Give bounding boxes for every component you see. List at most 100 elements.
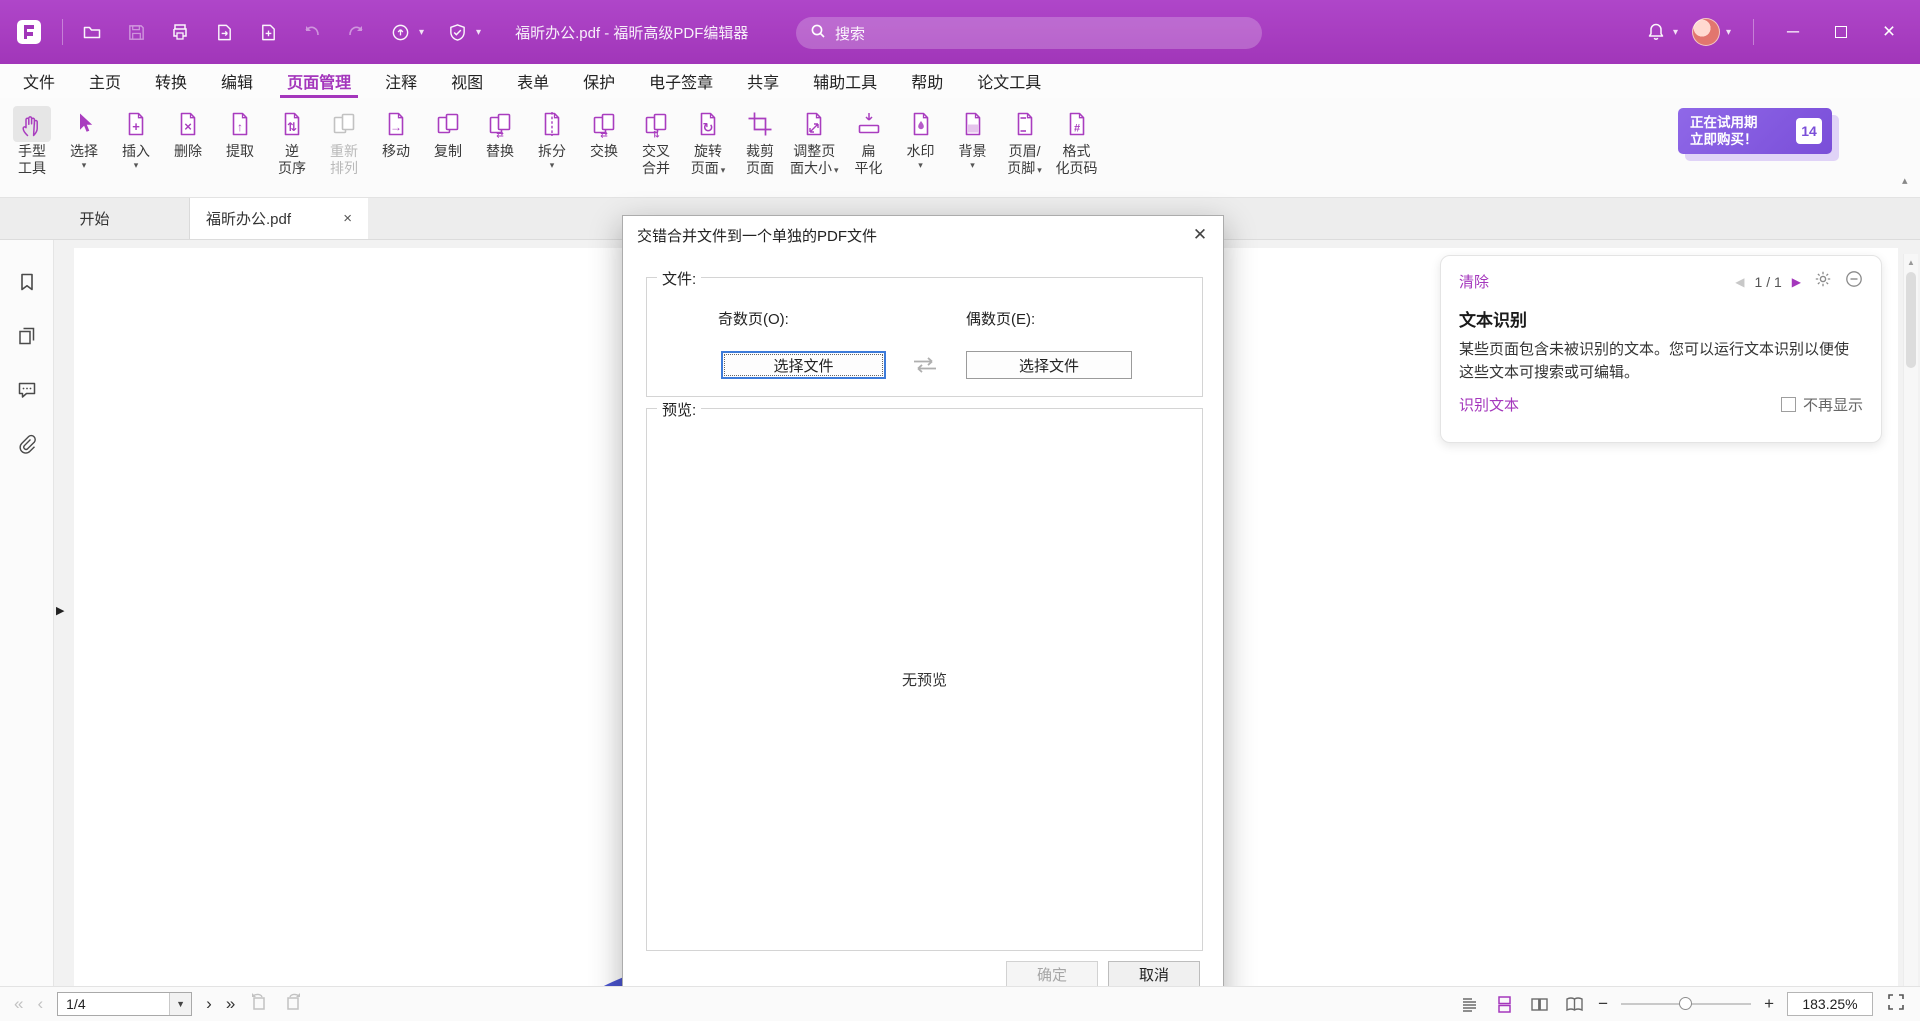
redo-icon[interactable] — [345, 21, 367, 43]
cancel-button[interactable]: 取消 — [1108, 961, 1200, 988]
ribbon-tool-replace[interactable]: ⇄替换 — [474, 104, 526, 162]
zoom-out-icon[interactable]: − — [1598, 994, 1608, 1014]
prev-notification-icon[interactable]: ◀ — [1735, 275, 1744, 289]
comments-panel-icon[interactable] — [15, 378, 39, 402]
notification-collapse-icon[interactable] — [1845, 270, 1863, 293]
clear-link[interactable]: 清除 — [1459, 271, 1489, 292]
attachments-panel-icon[interactable] — [15, 432, 39, 456]
next-page-icon[interactable]: › — [206, 994, 212, 1014]
swap-files-icon[interactable] — [904, 351, 946, 379]
ribbon-tool-interleave-merge[interactable]: ⇅交叉合并 — [630, 104, 682, 179]
share-caret-icon[interactable]: ▾ — [419, 27, 424, 38]
ribbon-tool-swap[interactable]: ⇄交换 — [578, 104, 630, 162]
menu-item-assist-tools[interactable]: 辅助工具 — [796, 64, 894, 98]
create-doc-icon[interactable] — [257, 21, 279, 43]
zoom-slider[interactable] — [1621, 997, 1751, 1011]
fullscreen-icon[interactable] — [1886, 992, 1906, 1017]
tab-document[interactable]: 福昕办公.pdf × — [190, 198, 368, 239]
avatar-caret-icon[interactable]: ▾ — [1726, 27, 1731, 38]
menu-item-file[interactable]: 文件 — [6, 64, 72, 98]
notification-bell-icon[interactable] — [1645, 21, 1667, 43]
protect-check-icon[interactable] — [446, 21, 468, 43]
scrollbar-thumb[interactable] — [1906, 272, 1916, 368]
menu-item-page-manage[interactable]: 页面管理 — [270, 64, 368, 98]
ribbon-tool-reverse-order[interactable]: ⇅逆页序 — [266, 104, 318, 179]
minimize-button[interactable]: ─ — [1776, 15, 1810, 49]
ribbon-tool-rearrange[interactable]: 重新排列 — [318, 104, 370, 179]
ribbon-tool-format-page-number[interactable]: #格式化页码 — [1051, 104, 1103, 179]
next-notification-icon[interactable]: ▶ — [1792, 275, 1801, 289]
ribbon-tool-extract[interactable]: ↑提取 — [214, 104, 266, 162]
zoom-in-icon[interactable]: + — [1764, 994, 1774, 1014]
ribbon-tool-resize-pages[interactable]: 调整页面大小▾ — [786, 104, 843, 181]
ribbon-tool-rotate-pages[interactable]: ↻旋转页面▾ — [682, 104, 734, 181]
pages-panel-icon[interactable] — [15, 324, 39, 348]
checkbox-icon[interactable] — [1781, 397, 1796, 412]
rotate-right-icon[interactable] — [283, 992, 303, 1017]
zoom-slider-thumb[interactable] — [1679, 997, 1692, 1010]
search-input[interactable]: 搜索 — [796, 17, 1262, 49]
ribbon-tool-select[interactable]: 选择▾ — [58, 104, 110, 173]
undo-icon[interactable] — [301, 21, 323, 43]
choose-even-file-button[interactable]: 选择文件 — [966, 351, 1132, 379]
foxit-logo-icon[interactable] — [12, 15, 46, 49]
scroll-up-icon[interactable]: ▲ — [1904, 254, 1918, 267]
menu-item-comment[interactable]: 注释 — [368, 64, 434, 98]
menu-item-paper-tools[interactable]: 论文工具 — [960, 64, 1058, 98]
last-page-icon[interactable]: » — [226, 994, 235, 1014]
ribbon-tool-delete[interactable]: ×删除 — [162, 104, 214, 162]
ribbon-tool-split[interactable]: 拆分▾ — [526, 104, 578, 173]
page-number-combo[interactable]: 1/4 ▼ — [57, 992, 192, 1016]
facing-view-icon[interactable] — [1528, 993, 1550, 1015]
tab-close-icon[interactable]: × — [339, 210, 356, 227]
bookmarks-panel-icon[interactable] — [15, 270, 39, 294]
bell-caret-icon[interactable]: ▾ — [1673, 27, 1678, 38]
ribbon-tool-hand-tool[interactable]: 手型工具 — [6, 104, 58, 179]
recognize-text-link[interactable]: 识别文本 — [1459, 394, 1519, 415]
dont-show-checkbox[interactable]: 不再显示 — [1781, 394, 1863, 415]
print-icon[interactable] — [169, 21, 191, 43]
panel-expand-arrow[interactable]: ▶ — [56, 604, 64, 617]
menu-item-share[interactable]: 共享 — [730, 64, 796, 98]
menu-item-convert[interactable]: 转换 — [138, 64, 204, 98]
ribbon-tool-watermark[interactable]: 水印▾ — [895, 104, 947, 173]
continuous-view-icon[interactable] — [1493, 993, 1515, 1015]
rotate-left-icon[interactable] — [249, 992, 269, 1017]
close-window-button[interactable]: × — [1872, 15, 1906, 49]
save-icon[interactable] — [125, 21, 147, 43]
book-view-icon[interactable] — [1563, 993, 1585, 1015]
tab-start[interactable]: 开始 — [0, 198, 190, 239]
menu-item-form[interactable]: 表单 — [500, 64, 566, 98]
trial-buy-button[interactable]: 正在试用期 立即购买！ 14 — [1678, 108, 1832, 154]
ribbon-tool-header-footer[interactable]: 页眉/页脚▾ — [999, 104, 1051, 181]
choose-odd-file-button[interactable]: 选择文件 — [721, 351, 886, 379]
first-page-icon[interactable]: « — [14, 994, 23, 1014]
user-avatar[interactable] — [1692, 18, 1720, 46]
maximize-button[interactable] — [1824, 15, 1858, 49]
protect-caret-icon[interactable]: ▾ — [476, 27, 481, 38]
export-doc-icon[interactable] — [213, 21, 235, 43]
menu-item-edit[interactable]: 编辑 — [204, 64, 270, 98]
ribbon-tool-crop-pages[interactable]: 裁剪页面 — [734, 104, 786, 179]
ok-button[interactable]: 确定 — [1006, 961, 1098, 988]
ribbon-tool-duplicate[interactable]: 复制 — [422, 104, 474, 162]
single-page-view-icon[interactable] — [1458, 993, 1480, 1015]
ribbon-tool-insert[interactable]: +插入▾ — [110, 104, 162, 173]
zoom-level[interactable]: 183.25% — [1787, 992, 1873, 1016]
ribbon-tool-move[interactable]: →移动 — [370, 104, 422, 162]
menu-item-home[interactable]: 主页 — [72, 64, 138, 98]
page-combo-caret-icon[interactable]: ▼ — [169, 993, 191, 1015]
menu-item-esign[interactable]: 电子签章 — [632, 64, 730, 98]
ribbon-tool-flatten[interactable]: 扁平化 — [843, 104, 895, 179]
vertical-scrollbar[interactable]: ▲ — [1903, 254, 1918, 986]
menu-item-help[interactable]: 帮助 — [894, 64, 960, 98]
notification-settings-icon[interactable] — [1814, 270, 1832, 293]
share-icon[interactable] — [389, 21, 411, 43]
menu-item-protect[interactable]: 保护 — [566, 64, 632, 98]
previous-page-icon[interactable]: ‹ — [37, 994, 43, 1014]
menu-item-view[interactable]: 视图 — [434, 64, 500, 98]
ribbon-collapse-icon[interactable]: ▴ — [1902, 174, 1908, 187]
ribbon-tool-background[interactable]: 背景▾ — [947, 104, 999, 173]
dialog-close-icon[interactable]: ✕ — [1177, 216, 1223, 254]
open-file-icon[interactable] — [81, 21, 103, 43]
